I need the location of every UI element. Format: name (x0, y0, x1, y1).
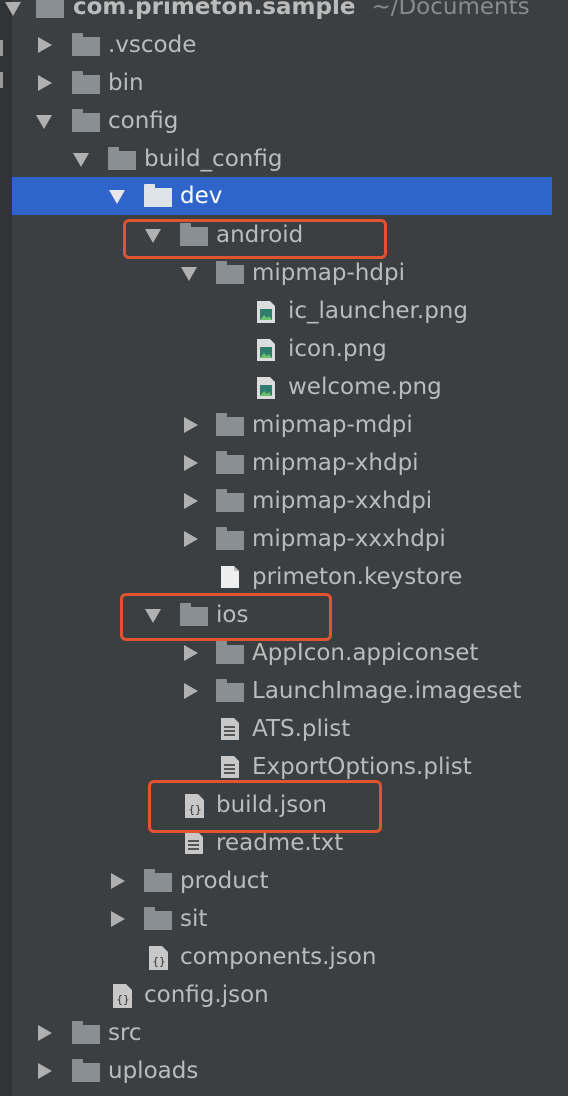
chevron-right-icon[interactable] (38, 37, 52, 53)
tree-item-label: product (180, 868, 269, 894)
chevron-right-icon[interactable] (38, 75, 52, 91)
folder-icon (36, 0, 64, 18)
tree-item-label: ATS.plist (252, 716, 351, 742)
svg-text:{}: {} (152, 955, 165, 968)
tree-item-label: sit (180, 906, 208, 932)
tree-item-label: mipmap-xhdpi (252, 450, 419, 476)
folder-icon (216, 261, 244, 284)
tree-item-label: welcome.png (288, 374, 442, 400)
chevron-down-icon[interactable] (36, 115, 52, 129)
tree-row-uploads[interactable]: uploads (0, 1052, 552, 1090)
image-file-icon (256, 376, 276, 406)
text-file-icon (220, 717, 240, 747)
tree-row-launchimage[interactable]: LaunchImage.imageset (0, 672, 552, 710)
chevron-down-icon[interactable] (181, 267, 197, 281)
chevron-down-icon[interactable] (109, 190, 125, 204)
tree-item-label: mipmap-xxxhdpi (252, 526, 446, 552)
folder-icon (216, 679, 244, 702)
chevron-down-icon[interactable] (5, 2, 21, 16)
chevron-right-icon[interactable] (184, 455, 198, 471)
tree-item-label: build_config (144, 146, 283, 172)
tree-row-ats-plist[interactable]: ATS.plist (0, 710, 552, 748)
tree-item-label: icon.png (288, 336, 387, 362)
chevron-right-icon[interactable] (111, 911, 125, 927)
tree-row-mipmap-mdpi[interactable]: mipmap-mdpi (0, 406, 552, 444)
tree-item-label: .vscode (108, 32, 197, 58)
tree-item-label: mipmap-xxhdpi (252, 488, 433, 514)
tree-row-sit[interactable]: sit (0, 900, 552, 938)
tree-row-mipmap-xxxhdpi[interactable]: mipmap-xxxhdpi (0, 520, 552, 558)
folder-icon (72, 33, 100, 56)
folder-icon (144, 869, 172, 892)
image-file-icon (256, 338, 276, 368)
tree-item-label: AppIcon.appiconset (252, 640, 479, 666)
tree-item-label: src (108, 1020, 142, 1046)
tree-item-label: primeton.keystore (252, 564, 463, 590)
tree-row-welcome-png[interactable]: welcome.png (0, 368, 552, 406)
tree-row-src[interactable]: src (0, 1014, 552, 1052)
tree-item-label: dev (180, 183, 223, 209)
project-tree: com.primeton.sample ~/Documents .vscode … (0, 0, 568, 1096)
tree-row-vscode[interactable]: .vscode (0, 26, 552, 64)
tree-item-label: uploads (108, 1058, 199, 1084)
folder-icon (216, 641, 244, 664)
folder-icon (108, 147, 136, 170)
folder-icon (72, 1021, 100, 1044)
folder-icon (216, 489, 244, 512)
folder-icon (144, 907, 172, 930)
text-file-icon (184, 831, 204, 861)
tree-row-root[interactable]: com.primeton.sample ~/Documents (0, 0, 552, 26)
project-root-label: com.primeton.sample ~/Documents (73, 0, 530, 20)
highlight-box-android (123, 219, 387, 259)
tree-item-label: bin (108, 70, 144, 96)
file-icon (220, 565, 240, 595)
json-file-icon: {} (112, 983, 134, 1015)
tree-row-components-json[interactable]: {} components.json (0, 938, 552, 976)
folder-icon (144, 184, 172, 207)
chevron-right-icon[interactable] (184, 493, 198, 509)
folder-icon (216, 527, 244, 550)
tree-item-label: ExportOptions.plist (252, 754, 472, 780)
tree-row-mipmap-xhdpi[interactable]: mipmap-xhdpi (0, 444, 552, 482)
tree-row-dev[interactable]: dev (12, 177, 552, 215)
chevron-right-icon[interactable] (184, 531, 198, 547)
tree-row-keystore[interactable]: primeton.keystore (0, 558, 552, 596)
highlight-box-ios (120, 593, 332, 641)
highlight-box-build-json (148, 780, 382, 833)
chevron-right-icon[interactable] (38, 1063, 52, 1079)
tree-row-config[interactable]: config (0, 102, 552, 140)
tree-item-label: LaunchImage.imageset (252, 678, 522, 704)
tree-item-label: config.json (144, 982, 269, 1008)
chevron-right-icon[interactable] (184, 417, 198, 433)
tree-item-label: mipmap-mdpi (252, 412, 413, 438)
folder-icon (72, 1059, 100, 1082)
svg-text:{}: {} (116, 993, 129, 1006)
folder-icon (216, 451, 244, 474)
tree-item-label: config (108, 108, 179, 134)
folder-icon (72, 71, 100, 94)
chevron-right-icon[interactable] (184, 645, 198, 661)
image-file-icon (256, 300, 276, 330)
tree-item-label: ic_launcher.png (288, 298, 468, 324)
chevron-right-icon[interactable] (38, 1025, 52, 1041)
tree-row-config-json[interactable]: {} config.json (0, 976, 552, 1014)
json-file-icon: {} (148, 945, 170, 977)
tree-item-label: components.json (180, 944, 377, 970)
tree-row-build-config[interactable]: build_config (0, 140, 552, 178)
chevron-down-icon[interactable] (73, 153, 89, 167)
tree-row-product[interactable]: product (0, 862, 552, 900)
tree-row-mipmap-hdpi[interactable]: mipmap-hdpi (0, 254, 552, 292)
tree-row-icon-png[interactable]: icon.png (0, 330, 552, 368)
tree-row-ic-launcher[interactable]: ic_launcher.png (0, 292, 552, 330)
folder-icon (72, 109, 100, 132)
chevron-right-icon[interactable] (184, 683, 198, 699)
tree-item-label: mipmap-hdpi (252, 260, 405, 286)
tree-row-mipmap-xxhdpi[interactable]: mipmap-xxhdpi (0, 482, 552, 520)
tree-row-bin[interactable]: bin (0, 64, 552, 102)
folder-icon (216, 413, 244, 436)
chevron-right-icon[interactable] (111, 873, 125, 889)
